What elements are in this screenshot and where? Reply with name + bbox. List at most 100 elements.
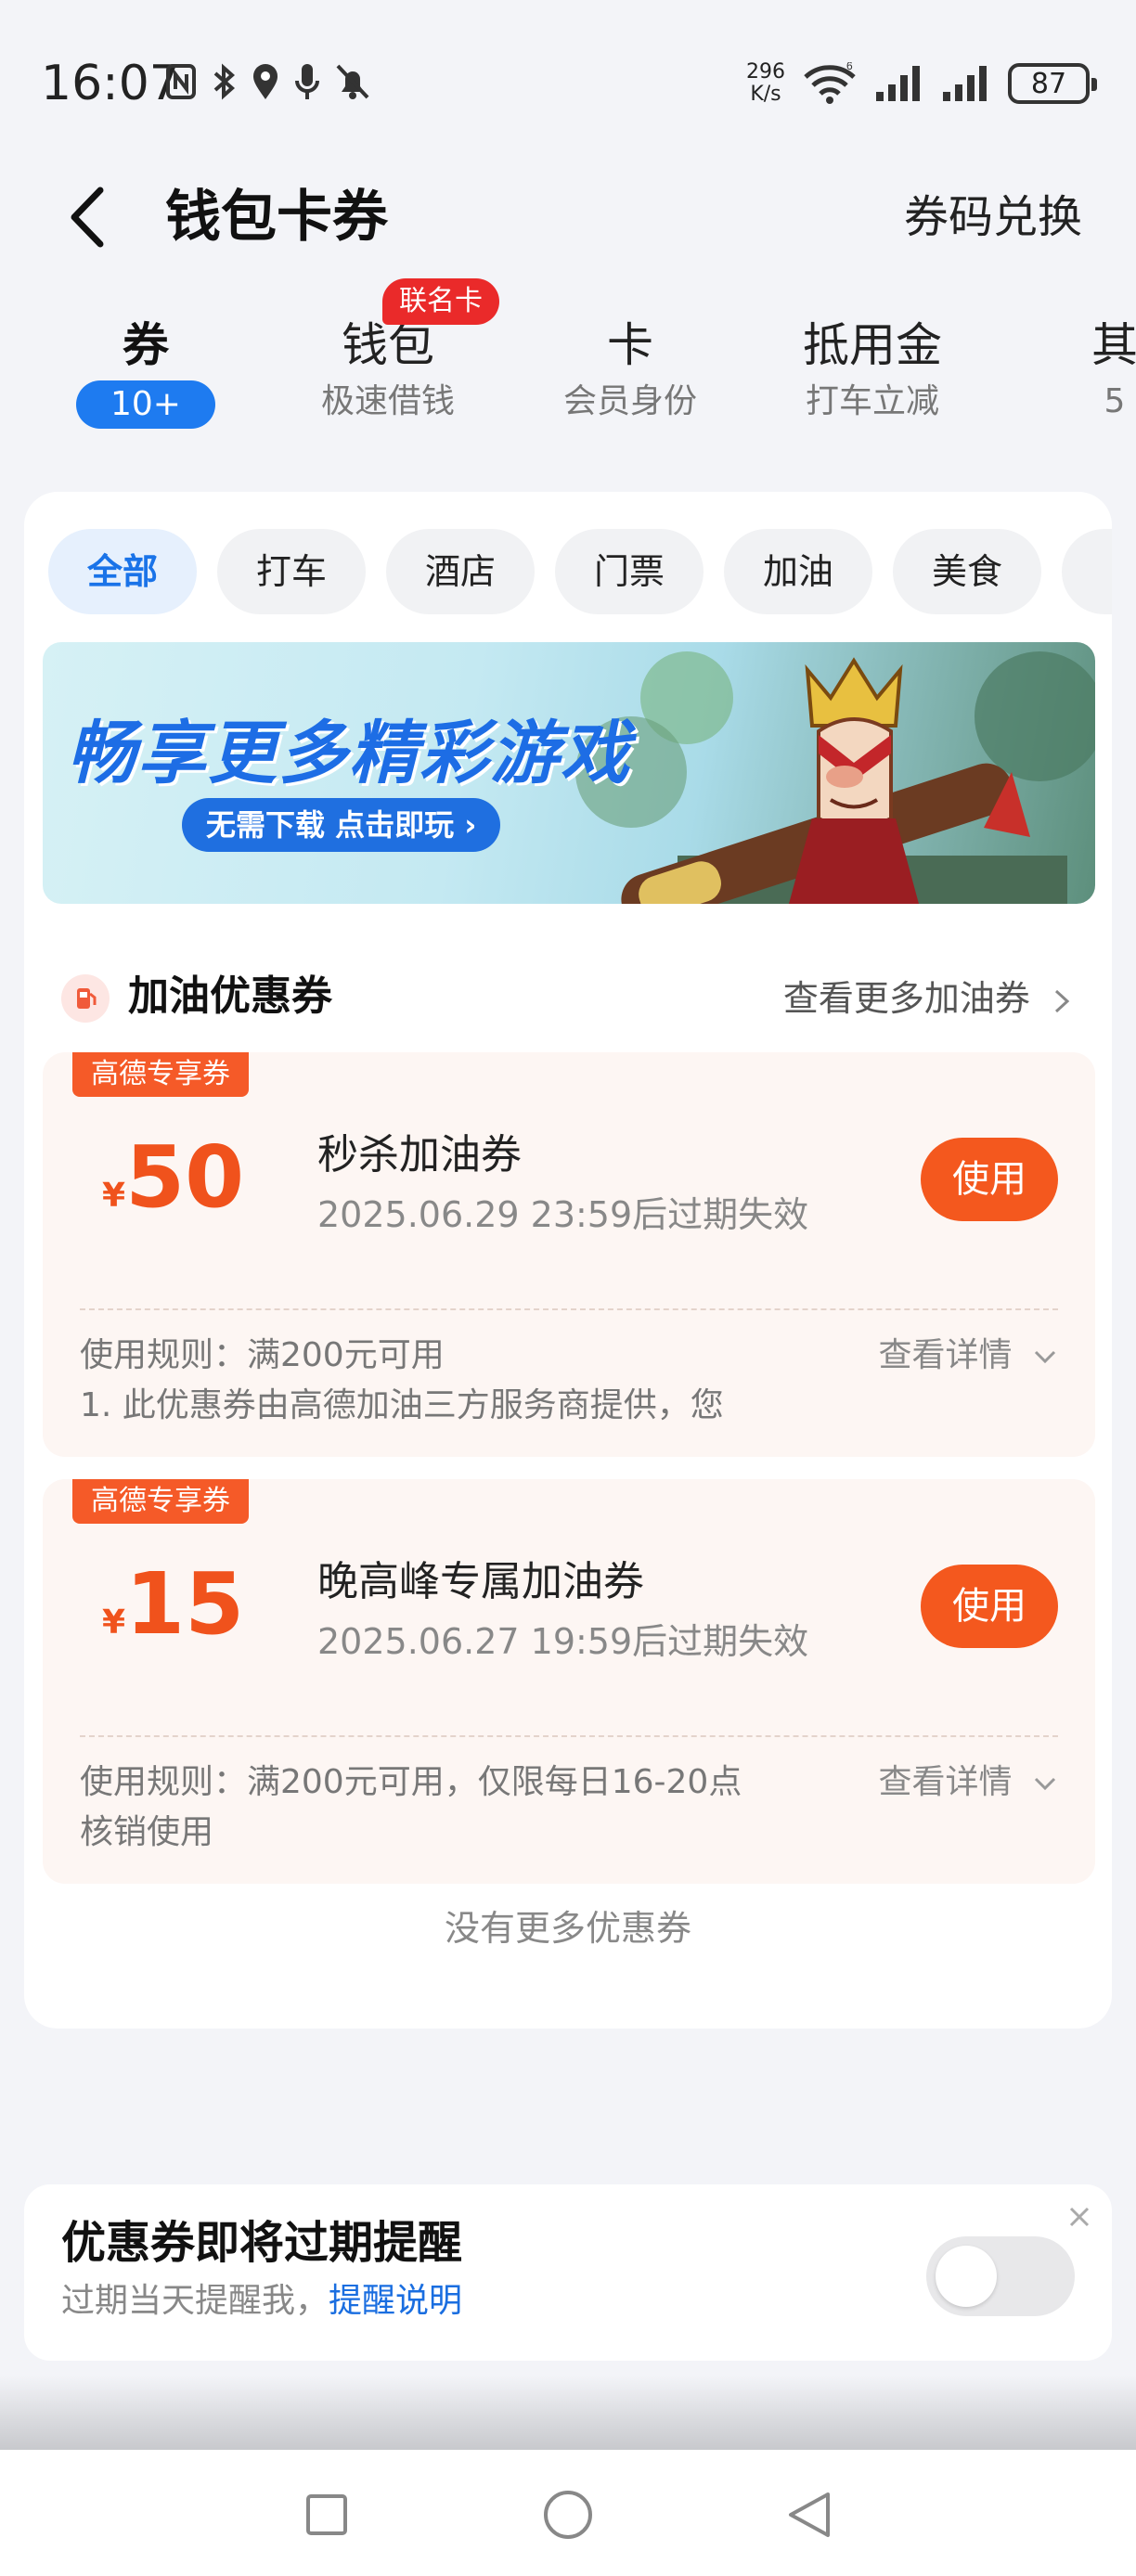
rule-line: 使用规则：满200元可用	[80, 1336, 445, 1374]
system-nav-bar	[0, 2450, 1136, 2576]
status-icons-left	[165, 61, 371, 102]
coupon-expiry: 2025.06.27 19:59后过期失效	[317, 1621, 809, 1662]
reminder-title: 优惠券即将过期提醒	[61, 2217, 463, 2269]
coupon-amount: ¥15	[102, 1553, 244, 1655]
coupon-tag: 高德专享券	[72, 1479, 249, 1524]
reminder-info-link[interactable]: 提醒说明	[329, 2282, 462, 2320]
back-button[interactable]	[772, 2478, 846, 2552]
net-speed-value: 296	[746, 60, 785, 84]
signal-icon	[876, 66, 920, 101]
top-tabs: 券 10+ 钱包 极速借钱 联名卡 卡 会员身份 抵用金 打车立减 其 5	[0, 278, 1136, 455]
chevron-down-icon	[1034, 1777, 1056, 1791]
chip-tickets[interactable]: 门票	[555, 529, 704, 614]
home-button[interactable]	[531, 2478, 605, 2552]
expiry-reminder-card: 优惠券即将过期提醒 过期当天提醒我，提醒说明	[24, 2184, 1112, 2361]
chip-taxi[interactable]: 打车	[217, 529, 366, 614]
fuel-section-header: 加油优惠券 查看更多加油券	[43, 956, 1095, 1030]
tab-sublabel: 极速借钱	[320, 382, 455, 420]
tab-count-pill: 10+	[76, 380, 215, 429]
banner-title: 畅享更多精彩游戏	[67, 714, 631, 793]
coupon-expiry: 2025.06.29 23:59后过期失效	[317, 1194, 809, 1235]
close-icon[interactable]	[1065, 2203, 1093, 2231]
tab-vouchers[interactable]: 抵用金 打车立减	[775, 316, 970, 425]
rule-line: 核销使用	[80, 1813, 214, 1851]
tab-badge: 联名卡	[382, 278, 499, 325]
toggle-knob	[936, 2246, 997, 2307]
reminder-subtitle: 过期当天提醒我，提醒说明	[61, 2277, 462, 2325]
tab-label: 券	[123, 318, 169, 372]
view-more-label: 查看更多加油券	[782, 978, 1030, 1019]
details-label: 查看详情	[878, 1763, 1013, 1801]
chip-food[interactable]: 美食	[893, 529, 1041, 614]
no-more-coupons: 没有更多优惠券	[444, 1908, 691, 1949]
amount-value: 15	[125, 1554, 245, 1654]
bluetooth-icon	[213, 63, 236, 100]
nfc-icon	[166, 64, 196, 99]
view-more-fuel-link[interactable]: 查看更多加油券	[783, 972, 1073, 1024]
location-icon	[253, 64, 278, 99]
tab-coupons[interactable]: 券 10+	[48, 316, 243, 429]
chip-all[interactable]: 全部	[48, 529, 197, 614]
status-icons-right: 296 K/s 6 87	[746, 58, 1097, 109]
coupon-tag: 高德专享券	[72, 1052, 249, 1097]
status-time: 16:07	[41, 56, 180, 111]
triangle-back-icon	[789, 2492, 830, 2537]
coupon-rules: 使用规则：满200元可用 1. 此优惠券由高德加油三方服务商提供，您	[80, 1331, 878, 1431]
coupon-list-card: 全部 打车 酒店 门票 加油 美食 畅享更多精彩游戏 无需下载 点击即玩 › 加…	[24, 492, 1112, 2029]
view-details-toggle[interactable]: 查看详情	[879, 1331, 1058, 1381]
redeem-code-link[interactable]: 券码兑换	[904, 186, 1082, 249]
circle-icon	[544, 2491, 592, 2539]
page-title: 钱包卡券	[165, 185, 388, 250]
net-speed: 296 K/s	[746, 61, 785, 106]
chip-more[interactable]	[1062, 529, 1112, 614]
coupon-name: 晚高峰专属加油券	[317, 1558, 644, 1605]
header: 钱包卡券 券码兑换	[0, 167, 1136, 269]
tab-cards[interactable]: 卡 会员身份	[533, 316, 728, 425]
currency-symbol: ¥	[102, 1177, 126, 1215]
status-bar: 16:07 296 K/s 6 87	[0, 0, 1136, 167]
chip-fuel[interactable]: 加油	[724, 529, 872, 614]
mic-icon	[295, 64, 319, 99]
view-details-toggle[interactable]: 查看详情	[879, 1758, 1058, 1808]
banner-play-button[interactable]: 无需下载 点击即玩 ›	[182, 798, 501, 852]
square-icon	[306, 2494, 347, 2535]
details-label: 查看详情	[878, 1336, 1013, 1374]
use-coupon-button[interactable]: 使用	[921, 1565, 1058, 1648]
reminder-toggle[interactable]	[926, 2236, 1075, 2316]
use-coupon-button[interactable]: 使用	[921, 1138, 1058, 1221]
tab-other[interactable]: 其 5	[1017, 316, 1136, 425]
svg-text:6: 6	[846, 62, 853, 72]
reminder-sub-text: 过期当天提醒我，	[61, 2282, 329, 2320]
mute-icon	[336, 64, 369, 99]
signal-icon	[943, 66, 987, 101]
fuel-pump-icon	[61, 974, 110, 1023]
coupon-name: 秒杀加油券	[317, 1131, 522, 1179]
net-speed-unit: K/s	[750, 83, 781, 106]
tab-label: 其	[1091, 318, 1136, 372]
coupon-rules: 使用规则：满200元可用，仅限每日16-20点 核销使用	[80, 1758, 878, 1858]
tab-label: 卡	[607, 318, 653, 372]
game-character-illustration	[575, 651, 1095, 904]
amount-value: 50	[125, 1127, 245, 1227]
coupon-card: 高德专享券 ¥15 晚高峰专属加油券 2025.06.27 19:59后过期失效…	[43, 1479, 1095, 1884]
currency-symbol: ¥	[102, 1604, 126, 1642]
wifi-icon: 6	[804, 62, 856, 104]
back-icon[interactable]	[59, 178, 115, 256]
dashed-divider	[80, 1735, 1058, 1737]
tab-wallet[interactable]: 钱包 极速借钱	[290, 316, 485, 425]
battery-indicator: 87	[1008, 63, 1097, 104]
dashed-divider	[80, 1308, 1058, 1310]
game-promo-banner[interactable]: 畅享更多精彩游戏 无需下载 点击即玩 ›	[43, 642, 1095, 904]
chevron-right-icon	[1054, 989, 1070, 1012]
rule-line: 1. 此优惠券由高德加油三方服务商提供，您	[80, 1386, 724, 1424]
chip-hotel[interactable]: 酒店	[386, 529, 535, 614]
recent-apps-button[interactable]	[290, 2478, 364, 2552]
coupon-card: 高德专享券 ¥50 秒杀加油券 2025.06.29 23:59后过期失效 使用…	[43, 1052, 1095, 1457]
rule-line: 使用规则：满200元可用，仅限每日16-20点	[80, 1763, 742, 1801]
bottom-fade	[0, 2376, 1136, 2450]
section-title: 加油优惠券	[128, 972, 332, 1020]
tab-label: 抵用金	[803, 318, 942, 372]
category-chips: 全部 打车 酒店 门票 加油 美食	[48, 529, 1112, 614]
tab-sublabel: 打车立减	[805, 382, 939, 420]
coupon-amount: ¥50	[102, 1127, 244, 1229]
